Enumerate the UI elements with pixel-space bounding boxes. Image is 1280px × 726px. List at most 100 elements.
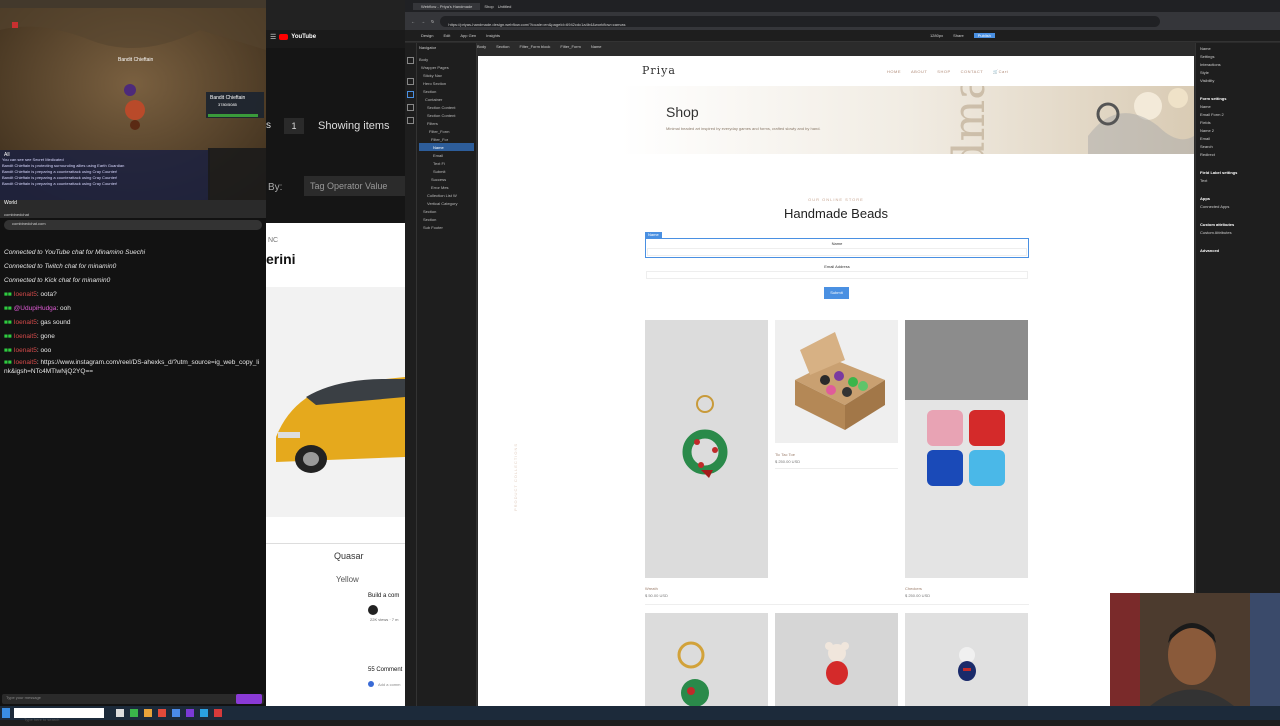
navigator-item[interactable]: Filter_Form <box>419 127 474 135</box>
navigator-item[interactable]: Email <box>419 151 474 159</box>
settings-row[interactable]: Apps <box>1200 195 1276 203</box>
forward-icon[interactable]: → <box>421 19 425 24</box>
navigator-item[interactable]: Name <box>419 143 474 151</box>
settings-row[interactable]: Name 2 <box>1200 127 1276 135</box>
settings-row[interactable]: Custom attributes <box>1200 221 1276 229</box>
settings-row[interactable]: Name <box>1200 45 1276 53</box>
navigator-item[interactable]: Vertical Category <box>419 199 474 207</box>
name-input[interactable] <box>647 248 1027 256</box>
breadcrumb-item[interactable]: Body <box>477 44 486 49</box>
folder-icon[interactable] <box>144 709 152 717</box>
game-tab-all[interactable]: All <box>4 152 10 158</box>
variables-icon[interactable] <box>407 117 414 124</box>
product-card-teddy-red[interactable] <box>775 613 898 706</box>
pages-icon[interactable] <box>407 78 414 85</box>
chat-address-bar[interactable]: combinedchat.com <box>4 220 262 230</box>
navigator-item[interactable]: Submit <box>419 167 474 175</box>
browser-tab[interactable]: Shop <box>484 4 493 9</box>
obs-icon[interactable] <box>186 709 194 717</box>
navigator-item[interactable]: Section <box>419 87 474 95</box>
share-button[interactable]: Share <box>953 33 964 38</box>
settings-row[interactable]: Settings <box>1200 53 1276 61</box>
url-bar[interactable]: https://priyas-handmade.design.webflow.c… <box>440 15 1160 27</box>
navigator-item[interactable]: Section Content <box>419 103 474 111</box>
navigator-item[interactable]: Section <box>419 207 474 215</box>
product-card-teddy-blue[interactable] <box>905 613 1028 706</box>
product-name[interactable]: Tic Tac Toe <box>775 452 795 457</box>
name-field-wrapper[interactable]: Name <box>645 238 1029 258</box>
nav-shop[interactable]: SHOP <box>937 69 950 74</box>
browser-tab[interactable]: Untitled <box>498 4 512 9</box>
game-window[interactable]: Bandit Chieftain Bandit Chieftain 3780/5… <box>0 0 266 210</box>
task-view-icon[interactable] <box>116 709 124 717</box>
nav-about[interactable]: ABOUT <box>911 69 927 74</box>
mode-insights[interactable]: Insights <box>486 33 500 38</box>
reload-icon[interactable]: ↻ <box>431 19 434 24</box>
settings-row[interactable]: Search <box>1200 143 1276 151</box>
cart-icon[interactable]: 🛒Cart <box>993 69 1008 74</box>
publish-button[interactable]: Publish <box>973 33 995 38</box>
email-input[interactable] <box>646 271 1028 279</box>
product-card-tic-tac-toe[interactable] <box>775 320 898 443</box>
edge-icon[interactable] <box>172 709 180 717</box>
chat-username[interactable]: Ioenait5 <box>14 319 37 326</box>
mode-design[interactable]: Design <box>421 33 433 38</box>
settings-row[interactable]: Visibility <box>1200 77 1276 85</box>
breadcrumb-item[interactable]: Name <box>591 44 602 49</box>
navigator-item[interactable]: Body <box>419 55 474 63</box>
nav-home[interactable]: HOME <box>887 69 901 74</box>
product-name[interactable]: Wreath <box>645 586 658 591</box>
mode-edit[interactable]: Edit <box>443 33 450 38</box>
settings-row[interactable]: Style <box>1200 69 1276 77</box>
video-title[interactable]: Build a com <box>368 593 399 599</box>
settings-row[interactable]: Email Form 2 <box>1200 111 1276 119</box>
chrome-icon[interactable] <box>158 709 166 717</box>
game-tab-world[interactable]: World <box>4 200 17 206</box>
chat-username[interactable]: Ioenait5 <box>14 291 37 298</box>
add-icon[interactable] <box>407 57 414 64</box>
components-icon[interactable] <box>407 104 414 111</box>
site-logo[interactable]: Priya <box>642 64 676 77</box>
back-icon[interactable]: ← <box>411 19 415 24</box>
navigator-icon[interactable] <box>407 91 414 98</box>
channel-avatar[interactable] <box>368 605 378 615</box>
taskbar-search[interactable]: Type here to search <box>14 708 104 722</box>
settings-row[interactable]: Field Label settings <box>1200 169 1276 177</box>
navigator-item[interactable]: Filter_For <box>419 135 474 143</box>
chat-username[interactable]: @UdupiHudga <box>14 305 57 312</box>
navigator-item[interactable]: Error Mes <box>419 183 474 191</box>
settings-row[interactable]: Connected Apps <box>1200 203 1276 211</box>
navigator-item[interactable]: Collection List W <box>419 191 474 199</box>
navigator-item[interactable]: Container <box>419 95 474 103</box>
settings-row[interactable]: Advanced <box>1200 247 1276 255</box>
navigator-item[interactable]: Sticky Nav <box>419 71 474 79</box>
chat-username[interactable]: Ioenait5 <box>14 347 37 354</box>
count-box[interactable]: 1 <box>284 118 304 134</box>
product-card-checkers[interactable] <box>905 320 1028 578</box>
settings-row[interactable]: Redirect <box>1200 151 1276 159</box>
navigator-item[interactable]: Filters <box>419 119 474 127</box>
mode-app-gen[interactable]: App Gen <box>460 33 476 38</box>
app-icon[interactable] <box>200 709 208 717</box>
windows-start-icon[interactable] <box>2 708 10 718</box>
breadcrumb-item[interactable]: Filter_Form block <box>519 44 550 49</box>
settings-row[interactable]: Custom Attributes <box>1200 229 1276 237</box>
chat-input[interactable]: Type your message <box>2 694 264 704</box>
navigator-item[interactable]: Success <box>419 175 474 183</box>
navigator-item[interactable]: Section Content <box>419 111 474 119</box>
chat-send-button[interactable] <box>236 694 262 704</box>
settings-row[interactable]: Fields <box>1200 119 1276 127</box>
nav-contact[interactable]: CONTACT <box>961 69 984 74</box>
yt-logo-text[interactable]: YouTube <box>291 34 316 40</box>
navigator-item[interactable]: Sub Footer <box>419 223 474 231</box>
tag-operator-input[interactable]: Tag Operator Value <box>304 176 405 196</box>
product-name[interactable]: Checkers <box>905 586 922 591</box>
settings-row[interactable]: Form settings <box>1200 95 1276 103</box>
product-card-keychain[interactable] <box>645 613 768 706</box>
app-icon[interactable] <box>214 709 222 717</box>
settings-row[interactable]: Email <box>1200 135 1276 143</box>
navigator-item[interactable]: Hero Section <box>419 79 474 87</box>
add-comment-input[interactable]: Add a comm <box>378 682 400 687</box>
navigator-item[interactable]: Section <box>419 215 474 223</box>
submit-button[interactable]: Submit <box>824 287 849 299</box>
